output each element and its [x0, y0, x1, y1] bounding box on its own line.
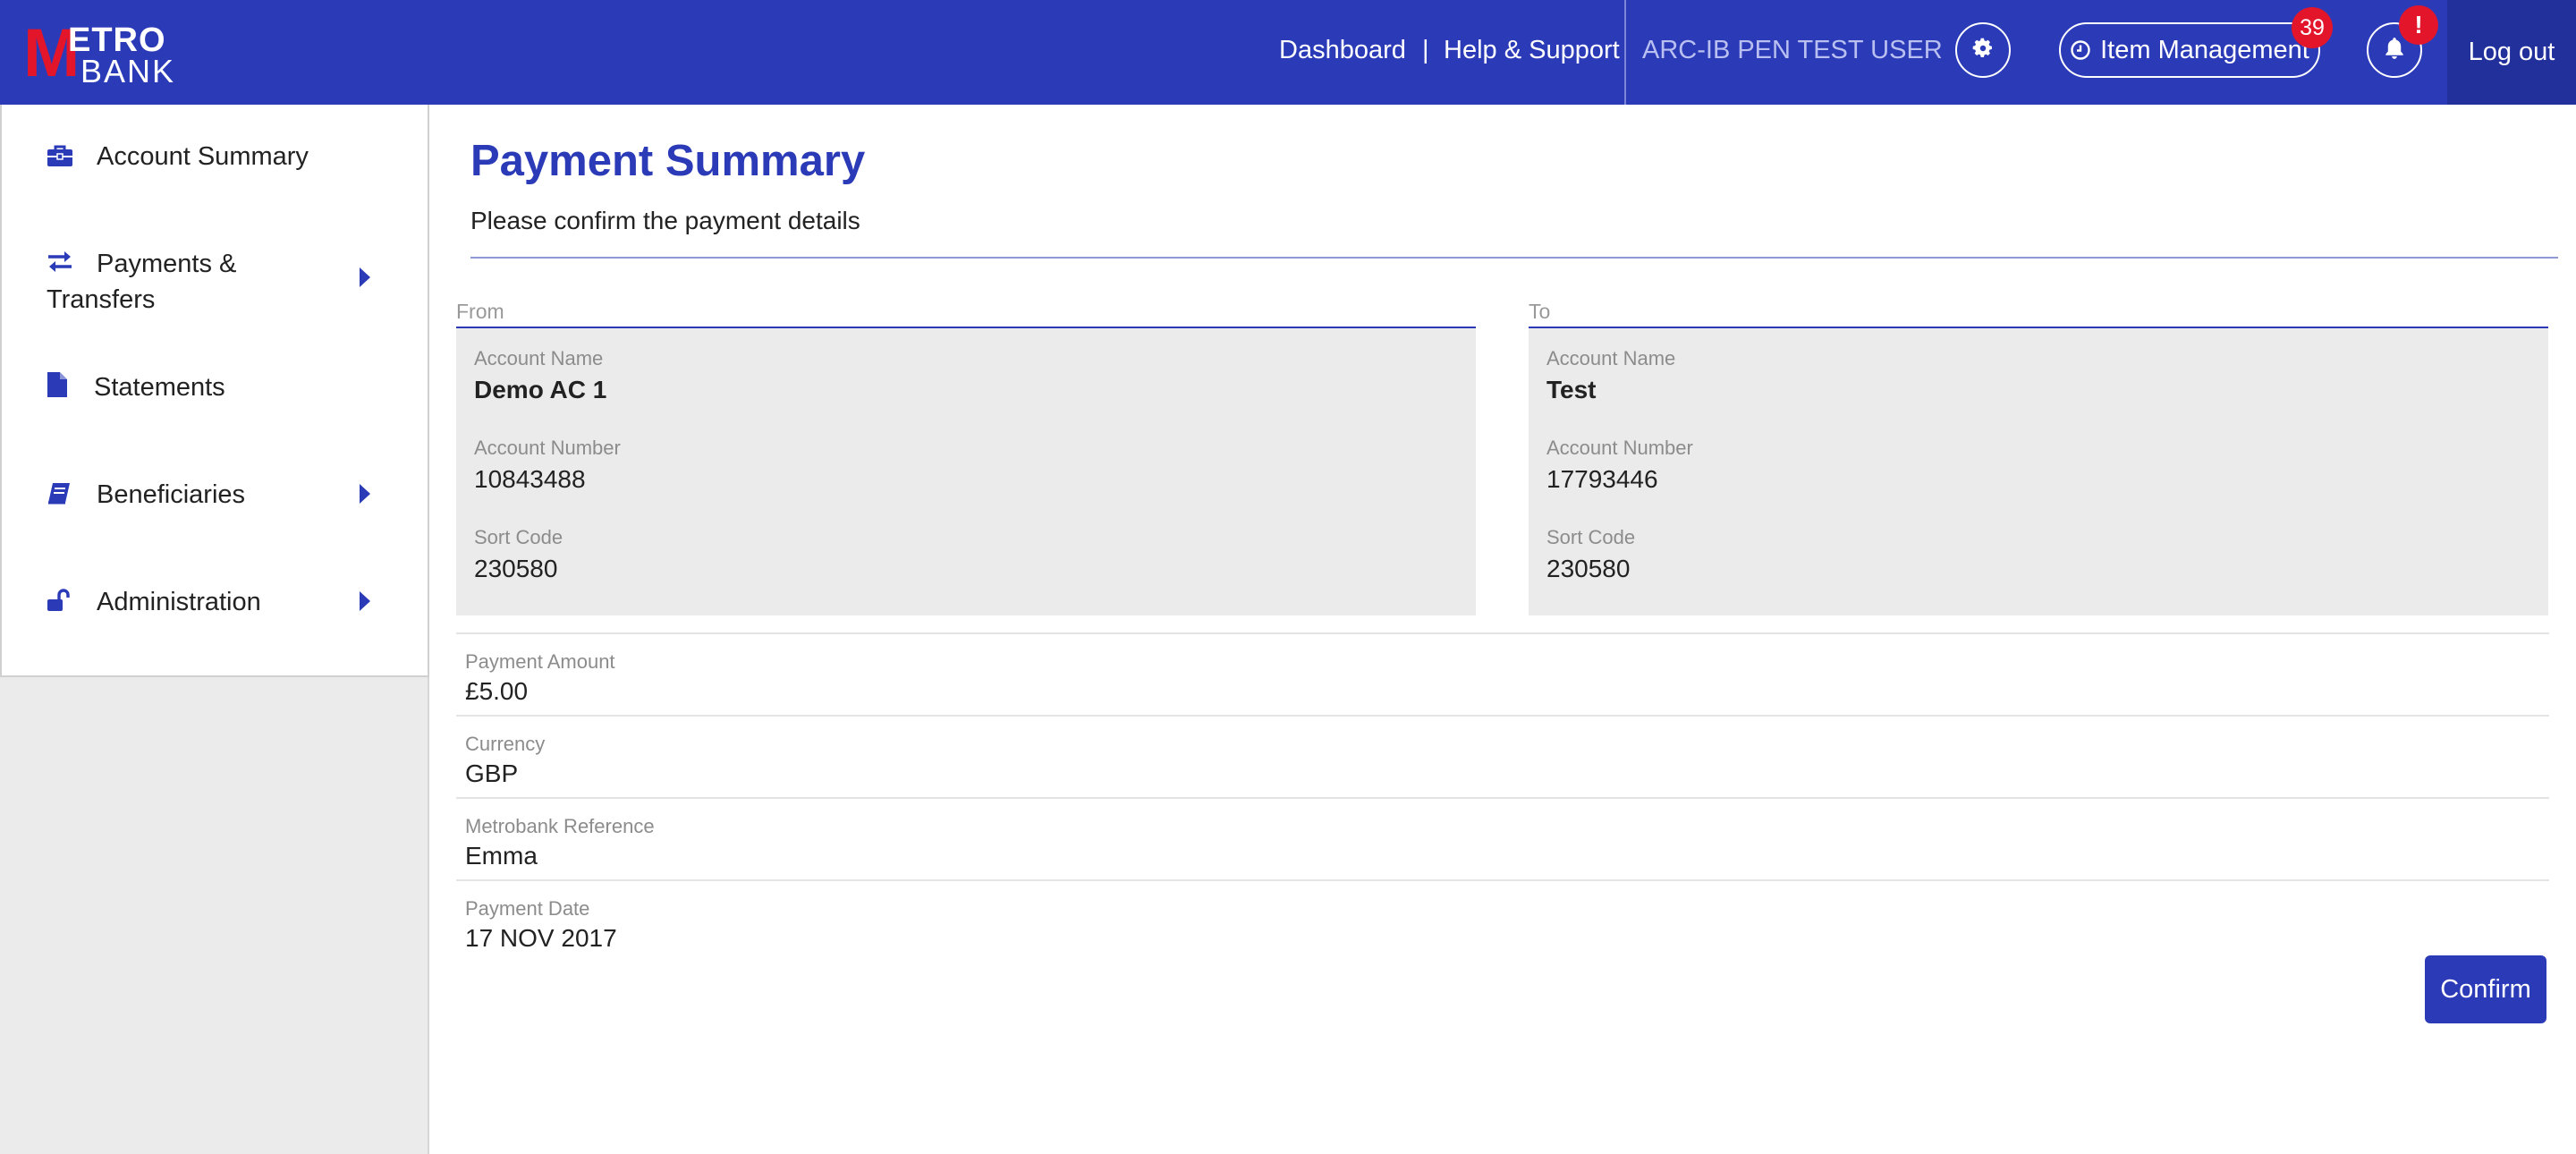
payment-date-row: Payment Date 17 NOV 2017 — [456, 879, 2549, 962]
address-book-icon — [47, 482, 72, 505]
unlock-icon — [47, 588, 72, 613]
reference-row: Metrobank Reference Emma — [456, 797, 2549, 879]
from-sort-code: 230580 — [474, 555, 558, 582]
chevron-right-icon — [360, 591, 370, 611]
sidebar-item-label: Statements — [94, 373, 225, 402]
payment-date-value: 17 NOV 2017 — [465, 924, 617, 952]
sidebar-item-statements[interactable]: Statements — [2, 337, 428, 445]
to-account-panel: Account Name Test Account Number 1779344… — [1529, 328, 2548, 615]
bell-icon — [2383, 36, 2406, 65]
to-account-name-label: Account Name — [1546, 347, 1676, 369]
document-icon — [47, 371, 68, 398]
payment-amount-row: Payment Amount £5.00 — [456, 632, 2549, 715]
to-sort-code-label: Sort Code — [1546, 526, 1636, 548]
logout-button[interactable]: Log out — [2447, 0, 2576, 105]
dashboard-link[interactable]: Dashboard — [1279, 32, 1406, 68]
sidebar-item-account-summary[interactable]: Account Summary — [2, 105, 428, 212]
to-sort-code: 230580 — [1546, 555, 1631, 582]
briefcase-icon — [47, 144, 73, 167]
from-caption: From — [456, 300, 504, 323]
reference-value: Emma — [465, 842, 538, 870]
to-caption: To — [1529, 300, 1551, 323]
sidebar-item-beneficiaries[interactable]: Beneficiaries — [2, 445, 428, 552]
confirm-button[interactable]: Confirm — [2425, 955, 2546, 1023]
payment-amount-label: Payment Amount — [465, 650, 615, 673]
sidebar-item-label: Account Summary — [97, 142, 309, 171]
metro-bank-logo[interactable]: M ETRO BANK — [23, 20, 174, 88]
transfer-arrows-icon — [47, 250, 73, 273]
page-title: Payment Summary — [470, 137, 866, 185]
header-divider — [1624, 0, 1626, 105]
from-sort-code-label: Sort Code — [474, 526, 564, 548]
nav-separator: | — [1422, 36, 1429, 64]
sidebar-item-label: Administration — [97, 588, 261, 616]
from-account-panel: Account Name Demo AC 1 Account Number 10… — [456, 328, 1476, 615]
currency-label: Currency — [465, 733, 546, 755]
gear-icon — [1971, 37, 1995, 64]
chevron-right-icon — [360, 484, 370, 504]
settings-button[interactable] — [1955, 22, 2011, 78]
user-name: ARC-IB PEN TEST USER — [1642, 36, 1943, 64]
from-account-name: Demo AC 1 — [474, 376, 607, 403]
from-account-number: 10843488 — [474, 465, 586, 493]
to-account-number: 17793446 — [1546, 465, 1658, 493]
payment-amount-value: £5.00 — [465, 677, 529, 705]
reference-label: Metrobank Reference — [465, 815, 655, 837]
payment-date-label: Payment Date — [465, 897, 590, 920]
notification-alert-badge: ! — [2399, 5, 2438, 45]
from-account-number-label: Account Number — [474, 437, 621, 459]
sidebar-item-administration[interactable]: Administration — [2, 552, 428, 659]
title-divider — [470, 257, 2558, 259]
currency-row: Currency GBP — [456, 715, 2549, 797]
currency-value: GBP — [465, 759, 519, 787]
to-account-name: Test — [1546, 376, 1597, 403]
clock-icon — [2070, 39, 2091, 61]
chevron-right-icon — [360, 267, 370, 287]
item-management-button[interactable]: Item Management — [2059, 22, 2320, 78]
sidebar-item-label-line2: Transfers — [47, 285, 156, 314]
item-management-label: Item Management — [2100, 35, 2309, 64]
item-count-badge: 39 — [2292, 7, 2333, 48]
to-account-number-label: Account Number — [1546, 437, 1693, 459]
from-account-name-label: Account Name — [474, 347, 604, 369]
top-header: M ETRO BANK Dashboard | Help & Support A… — [0, 0, 2576, 105]
sidebar-item-payments-transfers[interactable]: Payments & Transfers — [2, 212, 428, 337]
page-subtitle: Please confirm the payment details — [470, 207, 860, 234]
sidebar-item-label-line1: Payments & — [97, 250, 237, 278]
sidebar-nav: Account Summary Payments & Transfers Sta… — [0, 105, 429, 677]
sidebar-item-label: Beneficiaries — [97, 480, 246, 509]
help-support-link[interactable]: Help & Support — [1444, 32, 1620, 68]
